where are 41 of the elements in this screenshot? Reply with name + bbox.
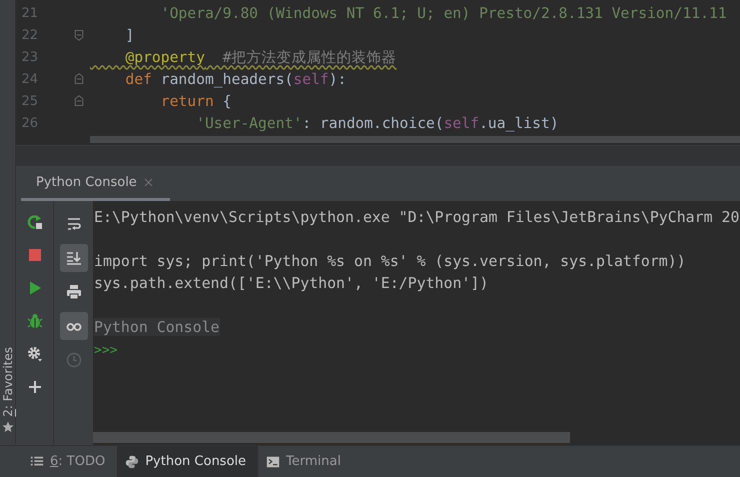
line-number: 25 <box>20 94 38 108</box>
wrap-icon[interactable] <box>66 216 82 232</box>
line-number: 21 <box>20 6 38 20</box>
favorites-tab[interactable]: 2: Favorites <box>0 347 14 417</box>
line-number: 24 <box>20 72 38 86</box>
glasses-button[interactable] <box>60 312 88 340</box>
code-line: ] <box>124 26 134 44</box>
code-line: return { <box>160 92 232 110</box>
code-line: @property #把方法变成属性的装饰器 <box>124 48 396 66</box>
terminal-icon[interactable] <box>266 454 280 468</box>
code-line: 'Opera/9.80 (Windows NT 6.1; U; en) Presto/2.8.131 Version/11.11 <box>160 4 727 22</box>
tool-tab[interactable]: Terminal <box>258 446 353 477</box>
scrollbar-thumb[interactable] <box>93 432 570 443</box>
console-output: E:\Python\venv\Scripts\python.exe "D:\Program Files\JetBrains\PyCharm 20 <box>94 208 740 226</box>
tool-tab[interactable]: Python Console <box>117 446 258 477</box>
fold-marker-icon[interactable] <box>73 29 85 41</box>
bug-icon[interactable] <box>26 313 42 329</box>
gear-icon[interactable] <box>26 346 42 362</box>
code-line: def random_headers(self): <box>124 70 346 88</box>
rerun-icon[interactable] <box>26 214 42 230</box>
scrollbar-thumb[interactable] <box>90 136 740 143</box>
code-line: 'User-Agent': random.choice(self.ua_list) <box>195 114 559 132</box>
list-icon[interactable] <box>30 454 44 468</box>
close-icon[interactable] <box>142 176 154 188</box>
line-number: 26 <box>20 116 38 130</box>
fold-marker-icon[interactable] <box>73 73 85 85</box>
stop-icon[interactable] <box>26 247 42 263</box>
scroll-to-end-icon[interactable] <box>66 250 82 266</box>
scroll-to-end-button[interactable] <box>60 244 88 272</box>
fold-marker-icon[interactable] <box>73 95 85 107</box>
console-output: import sys; print('Python %s on %s' % (sys.version, sys.platform)) <box>94 252 686 270</box>
plus-icon[interactable] <box>26 379 42 395</box>
line-number: 22 <box>20 28 38 42</box>
console-banner: Python Console <box>94 318 220 336</box>
tool-tab[interactable]: 6: TODO <box>22 446 118 477</box>
python-logo-icon[interactable] <box>125 454 140 468</box>
printer-icon[interactable] <box>66 284 82 300</box>
line-number: 23 <box>20 50 38 64</box>
console-prompt[interactable]: >>> <box>94 343 118 358</box>
star-icon <box>2 421 14 433</box>
console-output: sys.path.extend(['E:\\Python', 'E:/Python']) <box>94 274 488 292</box>
